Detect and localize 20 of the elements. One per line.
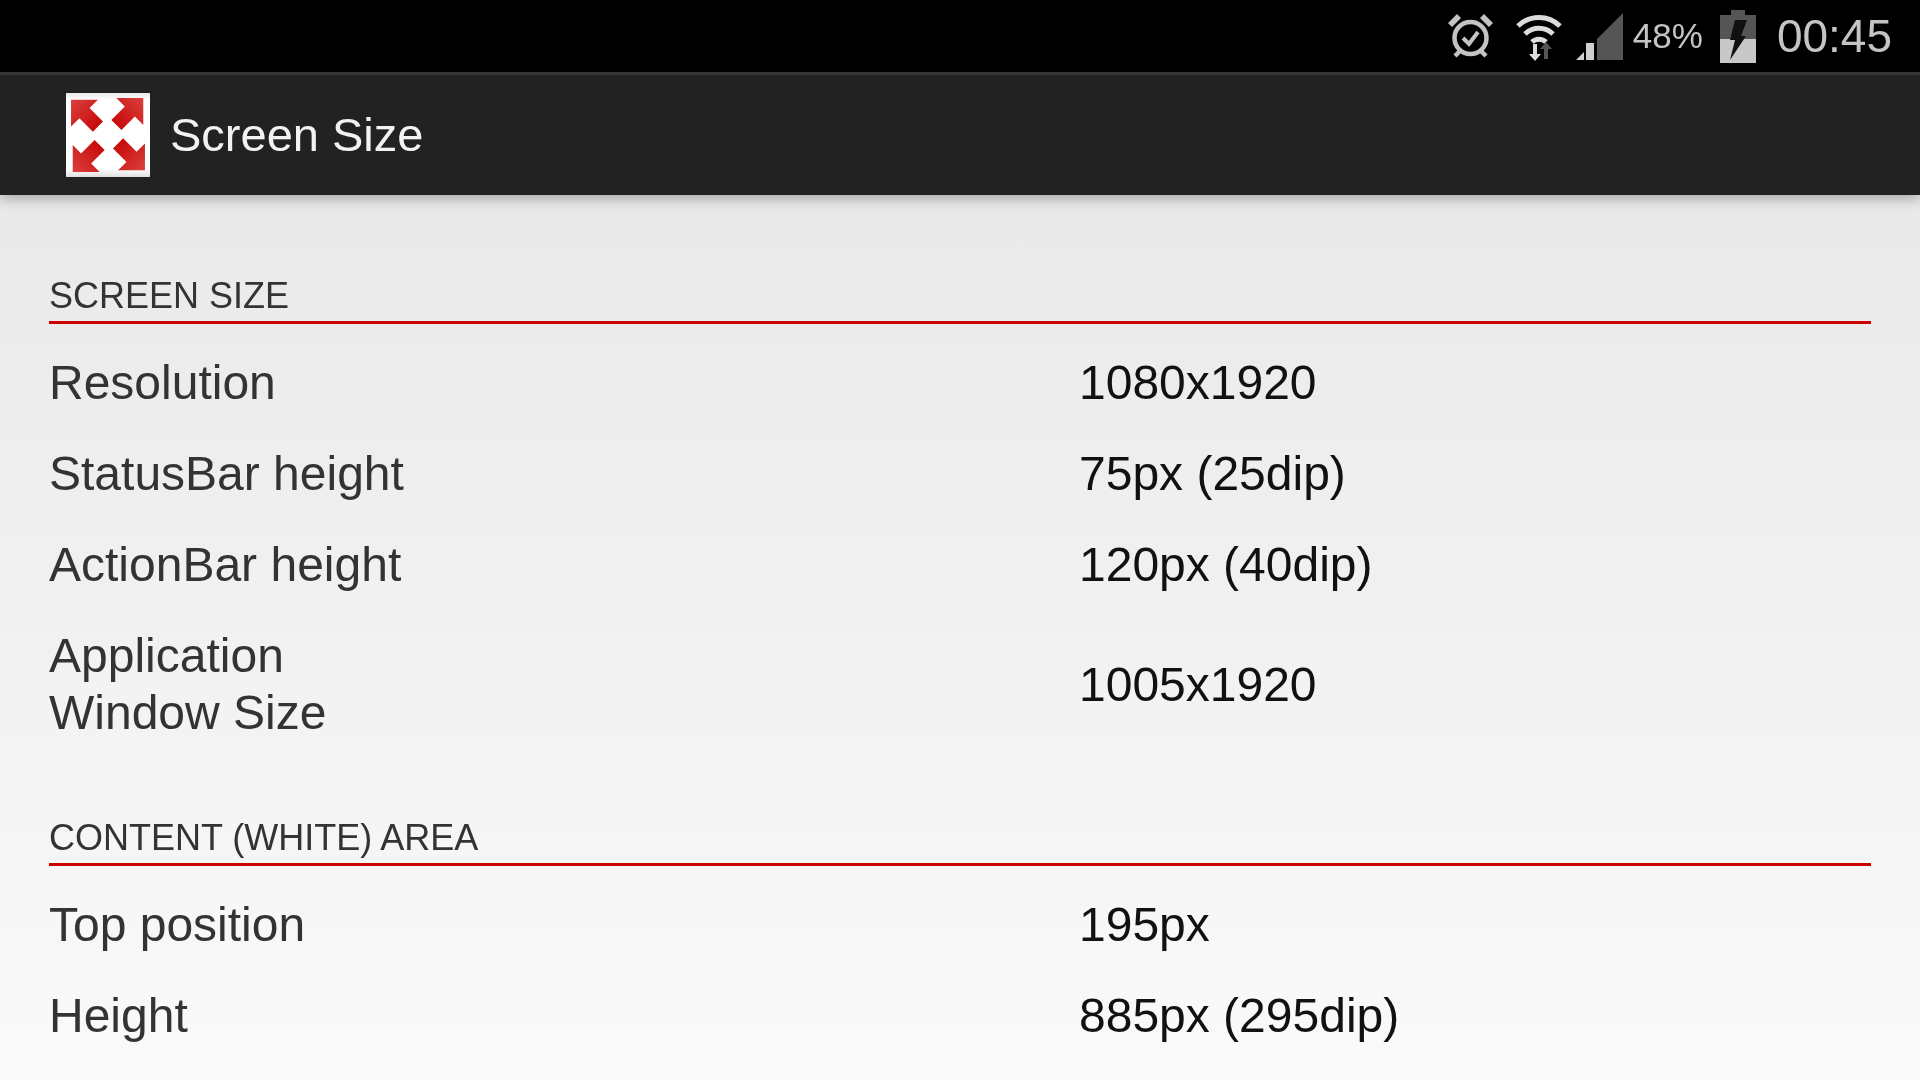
row-label: Top position: [49, 897, 306, 953]
row-label: Application Window Size: [49, 628, 328, 741]
row-value: 120px (40dip): [1079, 537, 1373, 593]
app-title: Screen Size: [170, 107, 424, 163]
battery-charging-icon: [1719, 9, 1756, 63]
section-header: CONTENT (WHITE) AREA: [49, 816, 479, 860]
row-value: 75px (25dip): [1079, 446, 1346, 502]
expand-arrows-icon: [66, 93, 150, 177]
row-value: 195px: [1079, 897, 1210, 953]
row-value: 885px (295dip): [1079, 988, 1400, 1044]
row-label: StatusBar height: [49, 446, 404, 502]
row-label: ActionBar height: [49, 537, 402, 593]
signal-icon: [1575, 12, 1623, 60]
row-label: Height: [49, 988, 188, 1044]
battery-percentage: 48%: [1632, 16, 1703, 56]
status-time: 00:45: [1776, 10, 1892, 62]
row-label: Resolution: [49, 355, 276, 411]
row-value: 1080x1920: [1079, 355, 1317, 411]
row-value: 1005x1920: [1079, 656, 1317, 713]
section-header: SCREEN SIZE: [49, 274, 290, 318]
